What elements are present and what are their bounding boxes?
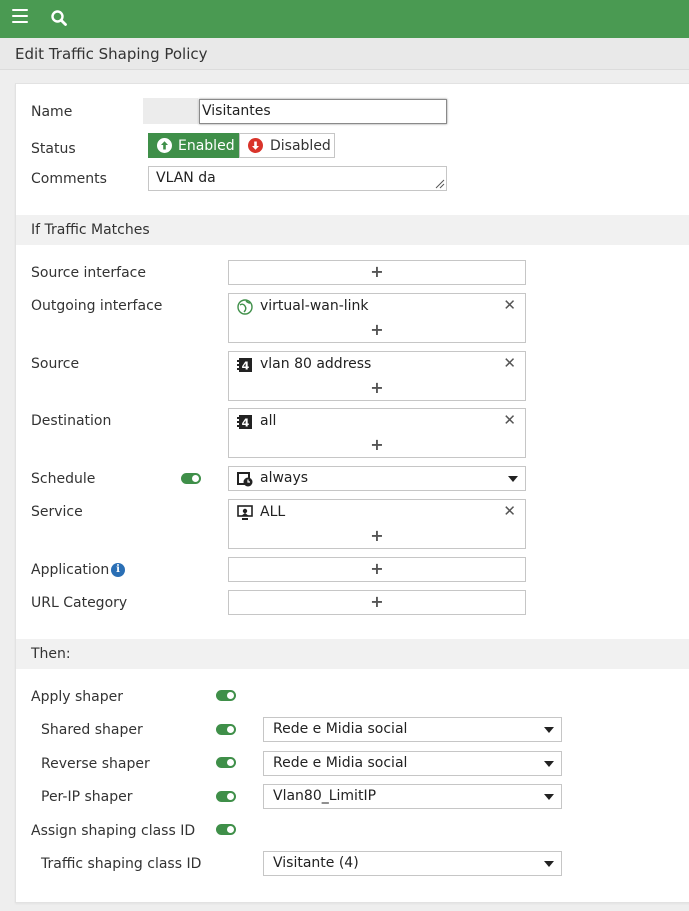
svg-text:4: 4 xyxy=(242,417,250,430)
status-enabled-label: Enabled xyxy=(178,138,235,154)
source-item-text: vlan 80 address xyxy=(260,356,372,372)
schedule-value: always xyxy=(260,470,309,486)
per-ip-shaper-select[interactable]: Vlan80_LimitIP xyxy=(263,784,562,809)
source-label: Source xyxy=(31,356,80,372)
application-field[interactable]: + xyxy=(228,557,526,582)
shared-shaper-value: Rede e Midia social xyxy=(273,721,408,737)
arrow-down-circle-icon xyxy=(248,138,263,153)
status-disabled-label: Disabled xyxy=(270,138,331,154)
reverse-shaper-toggle[interactable] xyxy=(216,757,236,768)
destination-label: Destination xyxy=(31,413,112,429)
remove-destination-button[interactable]: ✕ xyxy=(503,411,516,429)
page-header: Edit Traffic Shaping Policy xyxy=(0,38,689,70)
application-label: Application xyxy=(31,562,110,578)
list-item: ALL xyxy=(237,504,517,524)
source-field[interactable]: 4 vlan 80 address ✕ + xyxy=(228,351,526,401)
info-icon[interactable]: i xyxy=(111,563,125,577)
assign-class-toggle[interactable] xyxy=(216,824,236,835)
service-field[interactable]: ALL ✕ + xyxy=(228,499,526,549)
section-if-traffic-matches: If Traffic Matches xyxy=(16,215,689,245)
list-item: 4 vlan 80 address xyxy=(237,356,517,376)
resize-handle-icon[interactable] xyxy=(435,179,445,189)
name-input-value: Visitantes xyxy=(202,103,271,119)
add-url-category-button[interactable]: + xyxy=(229,592,525,611)
ipv4-address-icon: 4 xyxy=(237,414,253,430)
schedule-select[interactable]: always xyxy=(228,466,526,491)
chevron-down-icon xyxy=(544,861,554,867)
page-title: Edit Traffic Shaping Policy xyxy=(15,45,208,63)
reverse-shaper-value: Rede e Midia social xyxy=(273,755,408,771)
name-prefix-blur xyxy=(143,98,198,124)
per-ip-shaper-value: Vlan80_LimitIP xyxy=(273,788,377,804)
svg-text:4: 4 xyxy=(242,360,250,373)
traffic-class-label: Traffic shaping class ID xyxy=(41,856,202,872)
shared-shaper-select[interactable]: Rede e Midia social xyxy=(263,717,562,742)
clock-icon xyxy=(237,471,253,487)
add-source-interface-button[interactable]: + xyxy=(229,262,525,281)
add-outgoing-interface-button[interactable]: + xyxy=(229,320,525,339)
arrow-up-circle-icon xyxy=(157,138,172,153)
service-item-text: ALL xyxy=(260,504,286,520)
add-source-button[interactable]: + xyxy=(229,378,525,397)
per-ip-shaper-label: Per-IP shaper xyxy=(41,789,133,805)
list-item: 4 all xyxy=(237,413,517,433)
section-title: If Traffic Matches xyxy=(31,222,150,238)
destination-field[interactable]: 4 all ✕ + xyxy=(228,408,526,458)
status-enabled-button[interactable]: Enabled xyxy=(148,133,239,158)
section-then: Then: xyxy=(16,639,689,669)
apply-shaper-toggle[interactable] xyxy=(216,690,236,701)
status-disabled-button[interactable]: Disabled xyxy=(239,133,335,158)
schedule-toggle[interactable] xyxy=(181,473,201,484)
destination-item-text: all xyxy=(260,413,277,429)
hamburger-icon[interactable] xyxy=(12,9,28,23)
globe-icon xyxy=(237,299,253,315)
remove-outgoing-interface-button[interactable]: ✕ xyxy=(503,296,516,314)
shared-shaper-label: Shared shaper xyxy=(41,722,143,738)
section-title: Then: xyxy=(31,646,71,662)
top-bar xyxy=(0,0,689,38)
service-label: Service xyxy=(31,504,83,520)
add-service-button[interactable]: + xyxy=(229,526,525,545)
remove-source-button[interactable]: ✕ xyxy=(503,354,516,372)
comments-label: Comments xyxy=(31,171,107,187)
apply-shaper-label: Apply shaper xyxy=(31,689,123,705)
comments-value: VLAN da xyxy=(156,170,216,186)
url-category-field[interactable]: + xyxy=(228,590,526,615)
outgoing-interface-label: Outgoing interface xyxy=(31,298,163,314)
ipv4-address-icon: 4 xyxy=(237,357,253,373)
add-destination-button[interactable]: + xyxy=(229,435,525,454)
policy-form-panel: Name Visitantes Status Enabled Disabled … xyxy=(15,83,689,903)
shared-shaper-toggle[interactable] xyxy=(216,724,236,735)
assign-class-label: Assign shaping class ID xyxy=(31,823,196,839)
status-label: Status xyxy=(31,141,76,157)
outgoing-interface-item-text: virtual-wan-link xyxy=(260,298,369,314)
outgoing-interface-field[interactable]: virtual-wan-link ✕ + xyxy=(228,293,526,343)
comments-textarea[interactable]: VLAN da xyxy=(148,166,447,191)
name-input[interactable]: Visitantes xyxy=(199,99,447,124)
add-application-button[interactable]: + xyxy=(229,559,525,578)
schedule-label: Schedule xyxy=(31,471,96,487)
per-ip-shaper-toggle[interactable] xyxy=(216,791,236,802)
traffic-class-select[interactable]: Visitante (4) xyxy=(263,851,562,876)
service-icon xyxy=(237,505,253,521)
chevron-down-icon xyxy=(544,761,554,767)
list-item: virtual-wan-link xyxy=(237,298,517,318)
traffic-class-value: Visitante (4) xyxy=(273,855,359,871)
source-interface-field[interactable]: + xyxy=(228,260,526,285)
url-category-label: URL Category xyxy=(31,595,128,611)
reverse-shaper-select[interactable]: Rede e Midia social xyxy=(263,751,562,776)
chevron-down-icon xyxy=(544,794,554,800)
reverse-shaper-label: Reverse shaper xyxy=(41,756,150,772)
chevron-down-icon xyxy=(544,727,554,733)
source-interface-label: Source interface xyxy=(31,265,146,281)
search-icon[interactable] xyxy=(50,9,68,27)
chevron-down-icon xyxy=(508,476,518,482)
name-label: Name xyxy=(31,104,73,120)
remove-service-button[interactable]: ✕ xyxy=(503,502,516,520)
